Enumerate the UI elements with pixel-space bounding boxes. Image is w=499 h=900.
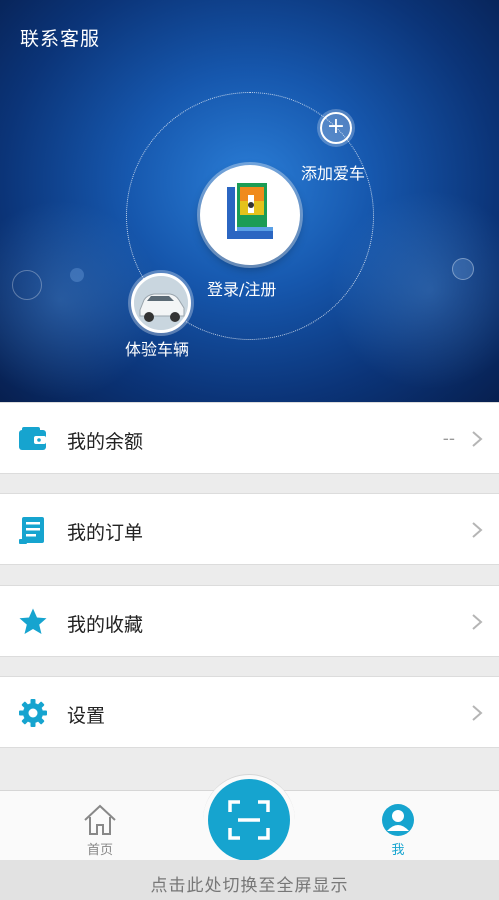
balance-value: -- bbox=[442, 429, 455, 449]
decor-bubble bbox=[12, 270, 42, 300]
demo-car-label[interactable]: 体验车辆 bbox=[125, 336, 189, 360]
menu-item-label: 设置 bbox=[67, 705, 106, 727]
home-icon bbox=[84, 804, 116, 835]
app-logo-icon bbox=[227, 183, 273, 239]
user-icon bbox=[382, 804, 414, 836]
add-car-label[interactable]: 添加爱车 bbox=[301, 160, 365, 184]
menu-item-label: 我的余额 bbox=[67, 431, 144, 453]
menu-item-settings[interactable]: 设置 bbox=[0, 676, 499, 748]
car-icon bbox=[134, 276, 188, 330]
add-car-button[interactable]: + bbox=[320, 112, 352, 144]
tab-home-label: 首页 bbox=[86, 843, 113, 858]
profile-header: 联系客服 + 添加爱车 登录/注册 体验车辆 bbox=[0, 0, 499, 403]
menu-item-balance[interactable]: 我的余额 -- bbox=[0, 402, 499, 474]
chevron-right-icon bbox=[472, 614, 483, 630]
scan-icon bbox=[228, 800, 270, 840]
gear-icon bbox=[19, 699, 47, 727]
menu-item-favorites[interactable]: 我的收藏 bbox=[0, 585, 499, 657]
demo-car-button[interactable] bbox=[131, 273, 191, 333]
menu-item-orders[interactable]: 我的订单 bbox=[0, 493, 499, 565]
star-icon bbox=[19, 608, 47, 634]
login-avatar-button[interactable] bbox=[200, 165, 300, 265]
menu-item-label: 我的订单 bbox=[67, 522, 144, 544]
chevron-right-icon bbox=[472, 522, 483, 538]
wallet-icon bbox=[19, 427, 46, 450]
tab-home[interactable]: 首页 bbox=[40, 791, 160, 861]
menu-item-label: 我的收藏 bbox=[67, 614, 144, 636]
login-register-link[interactable]: 登录/注册 bbox=[207, 276, 276, 300]
order-list-icon bbox=[19, 517, 44, 544]
chevron-right-icon bbox=[472, 431, 483, 447]
contact-support-link[interactable]: 联系客服 bbox=[20, 24, 100, 51]
decor-bubble bbox=[70, 268, 84, 282]
tab-me-label: 我 bbox=[391, 843, 405, 858]
tab-me[interactable]: 我 bbox=[338, 791, 458, 861]
decor-bubble bbox=[452, 258, 474, 280]
scan-button[interactable] bbox=[208, 779, 290, 861]
fullscreen-toggle-bar[interactable]: 点击此处切换至全屏显示 bbox=[0, 860, 499, 900]
chevron-right-icon bbox=[472, 705, 483, 721]
